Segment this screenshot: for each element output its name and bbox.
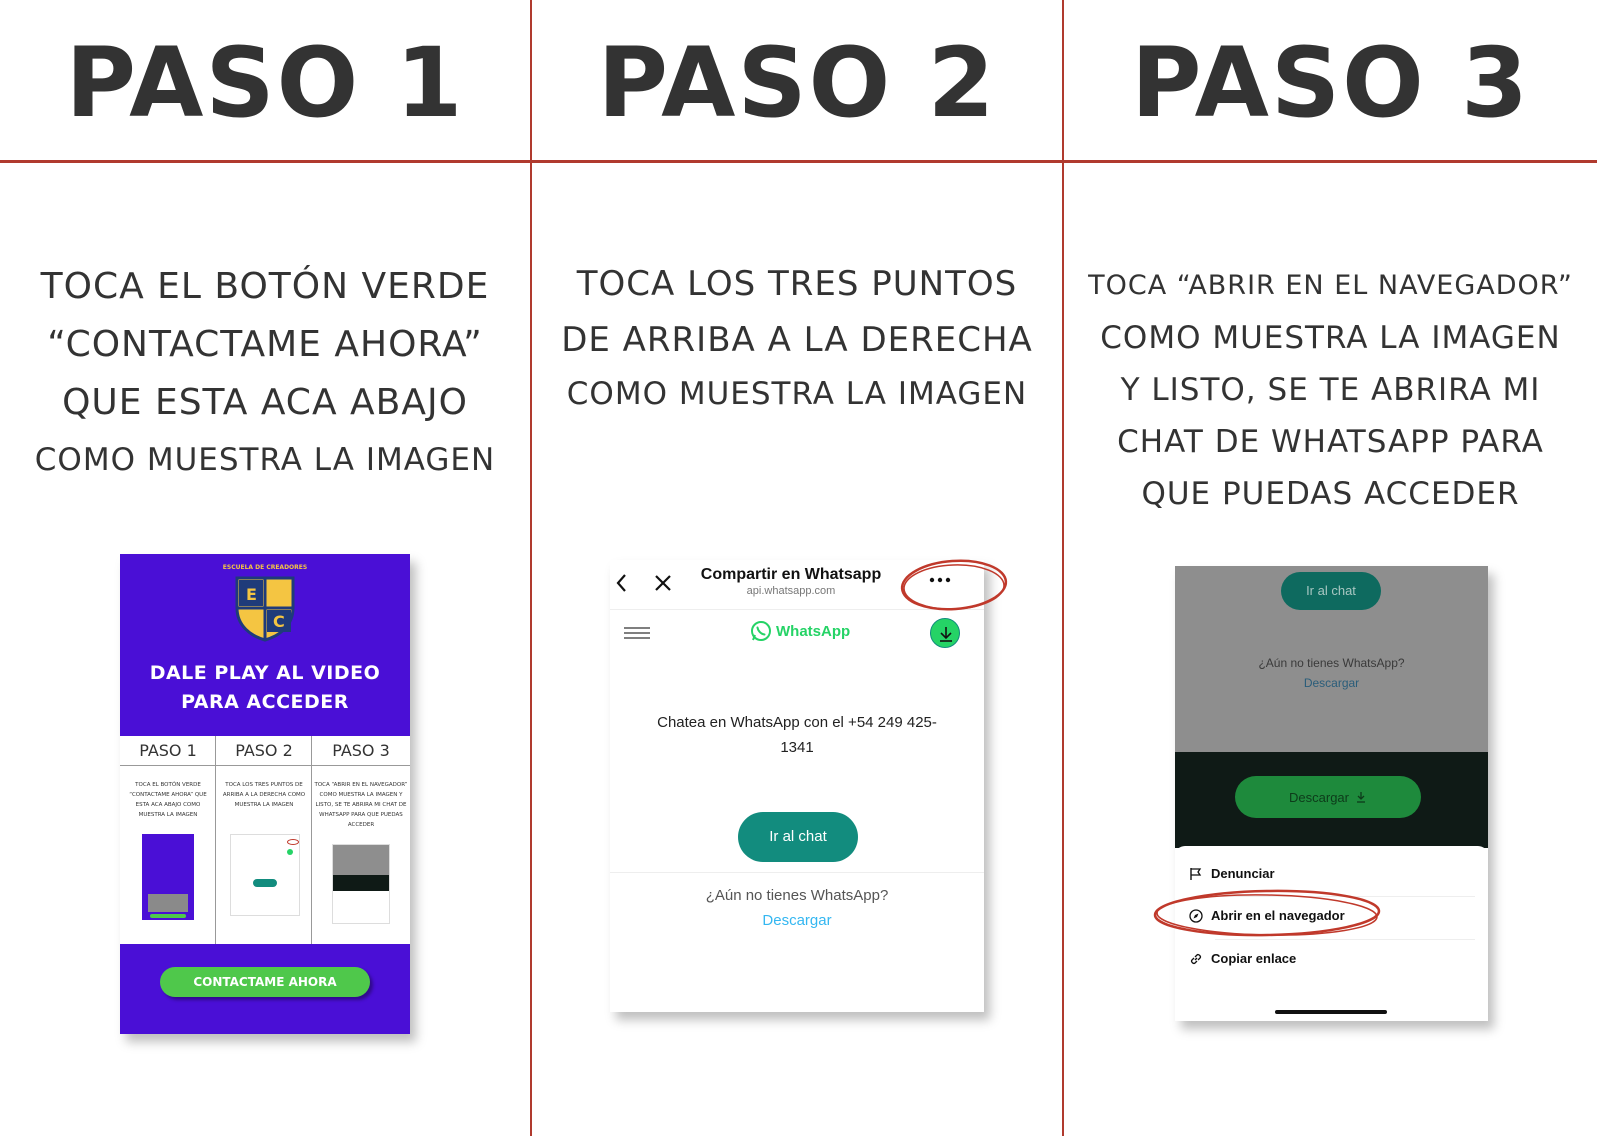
no-app-text-dimmed: ¿Aún no tienes WhatsApp?	[1258, 656, 1405, 670]
mini-step-3-header: PASO 3	[312, 736, 410, 766]
browser-url: api.whatsapp.com	[746, 585, 836, 597]
shield-logo-icon: E C	[235, 576, 295, 642]
hamburger-icon[interactable]	[624, 626, 650, 640]
instruction-line: TOCA LOS TRES PUNTOS	[576, 264, 1018, 304]
dimmed-footer: Descargar	[1175, 752, 1488, 848]
home-indicator	[1275, 1010, 1387, 1014]
download-icon[interactable]	[930, 618, 960, 648]
instruction-line: TOCA EL BOTÓN VERDE	[40, 266, 490, 307]
dimmed-page: Ir al chat ¿Aún no tienes WhatsApp? Desc…	[1175, 566, 1488, 752]
instruction-line: QUE PUEDAS ACCEDER	[1141, 476, 1520, 512]
column-divider-1	[530, 0, 532, 1136]
instruction-line: CHAT DE WHATSAPP PARA	[1117, 424, 1544, 460]
download-link-dimmed: Descargar	[1303, 676, 1360, 690]
step-2-instructions: TOCA LOS TRES PUNTOS DE ARRIBA A LA DERE…	[532, 256, 1062, 420]
step-1-instructions: TOCA EL BOTÓN VERDE “CONTACTAME AHORA” Q…	[0, 258, 530, 488]
mini-whatsapp-thumbnail	[230, 834, 300, 916]
download-button-dimmed: Descargar	[1235, 776, 1421, 818]
menu-item-denunciar[interactable]: Denunciar	[1189, 866, 1275, 881]
preview-title-line: DALE PLAY AL VIDEO	[149, 662, 381, 684]
flag-icon	[1190, 867, 1202, 880]
download-link[interactable]: Descargar	[610, 912, 984, 929]
instruction-line: “CONTACTAME AHORA”	[47, 324, 483, 365]
ir-al-chat-button-dimmed: Ir al chat	[1281, 572, 1381, 610]
download-button-label: Descargar	[1289, 789, 1349, 805]
instruction-line: QUE ESTA ACA ABAJO	[62, 382, 468, 423]
mini-step-2-header: PASO 2	[216, 736, 312, 766]
instruction-line: COMO MUESTRA LA IMAGEN	[1100, 320, 1561, 356]
ir-al-chat-button[interactable]: Ir al chat	[738, 812, 858, 862]
mini-step-3-text: TOCA “ABRIR EN EL NAVEGADOR” COMO MUESTR…	[314, 782, 408, 828]
preview-title: DALE PLAY AL VIDEO PARA ACCEDER	[120, 659, 410, 717]
instruction-line: COMO MUESTRA LA IMAGEN	[34, 442, 496, 478]
chat-text-line: Chatea en WhatsApp con el +54 249 425-	[657, 714, 937, 731]
divider	[610, 872, 984, 873]
chat-text: Chatea en WhatsApp con el +54 249 425- 1…	[610, 710, 984, 760]
mini-col-2: PASO 2 TOCA LOS TRES PUNTOS DE ARRIBA A …	[216, 736, 312, 944]
step-2-title: PASO 2	[597, 27, 997, 139]
instruction-line: TOCA “ABRIR EN EL NAVEGADOR”	[1088, 270, 1573, 301]
link-icon	[1190, 953, 1202, 964]
logo-text: ESCUELA DE CREADORES	[222, 564, 308, 571]
mini-preview-thumbnail	[142, 834, 194, 920]
highlight-circle-icon	[900, 559, 1008, 611]
logo-letter-c: C	[273, 612, 285, 631]
mini-col-1: PASO 1 TOCA EL BOTÓN VERDE “CONTACTAME A…	[120, 736, 216, 944]
mini-col-3: PASO 3 TOCA “ABRIR EN EL NAVEGADOR” COMO…	[312, 736, 410, 944]
whatsapp-brand: WhatsApp	[750, 618, 850, 644]
mini-step-1-header: PASO 1	[120, 736, 216, 766]
preview-title-line: PARA ACCEDER	[181, 691, 349, 713]
step-3-instructions: TOCA “ABRIR EN EL NAVEGADOR” COMO MUESTR…	[1064, 260, 1597, 520]
instruction-line: COMO MUESTRA LA IMAGEN	[566, 376, 1028, 412]
menu-item-label: Copiar enlace	[1211, 951, 1297, 966]
step-3-title: PASO 3	[1131, 27, 1530, 139]
menu-item-label: Denunciar	[1211, 866, 1275, 881]
mini-step-1-text: TOCA EL BOTÓN VERDE “CONTACTAME AHORA” Q…	[129, 782, 207, 818]
chat-text-line: 1341	[780, 739, 814, 756]
menu-item-copiar-enlace[interactable]: Copiar enlace	[1189, 951, 1296, 966]
download-arrow-icon	[1356, 792, 1365, 803]
contactame-ahora-button[interactable]: CONTACTAME AHORA	[160, 967, 370, 997]
browser-menu-preview: Ir al chat ¿Aún no tienes WhatsApp? Desc…	[1175, 566, 1488, 1021]
whatsapp-wordmark: WhatsApp	[776, 622, 851, 640]
instruction-line: Y LISTO, SE TE ABRIRA MI	[1120, 372, 1541, 408]
step-1-title: PASO 1	[65, 27, 465, 139]
instruction-line: DE ARRIBA A LA DERECHA	[561, 320, 1033, 360]
chevron-left-icon[interactable]	[614, 572, 630, 594]
browser-title: Compartir en Whatsapp	[700, 566, 882, 583]
highlight-circle-icon	[1153, 889, 1381, 937]
close-icon[interactable]	[654, 574, 672, 592]
no-app-text: ¿Aún no tienes WhatsApp?	[705, 887, 889, 904]
column-divider-2	[1062, 0, 1064, 1136]
mini-step-2-text: TOCA LOS TRES PUNTOS DE ARRIBA A LA DERE…	[222, 782, 306, 808]
header-divider	[0, 160, 1597, 163]
whatsapp-logo-icon	[751, 621, 771, 641]
logo-letter-e: E	[246, 585, 257, 604]
whatsapp-share-preview: Compartir en Whatsapp api.whatsapp.com W…	[610, 560, 984, 1012]
landing-page-preview: ESCUELA DE CREADORES E C DALE PLAY AL VI…	[120, 554, 410, 1034]
mini-steps-grid: PASO 1 TOCA EL BOTÓN VERDE “CONTACTAME A…	[120, 736, 410, 944]
mini-browser-thumbnail	[332, 844, 390, 924]
